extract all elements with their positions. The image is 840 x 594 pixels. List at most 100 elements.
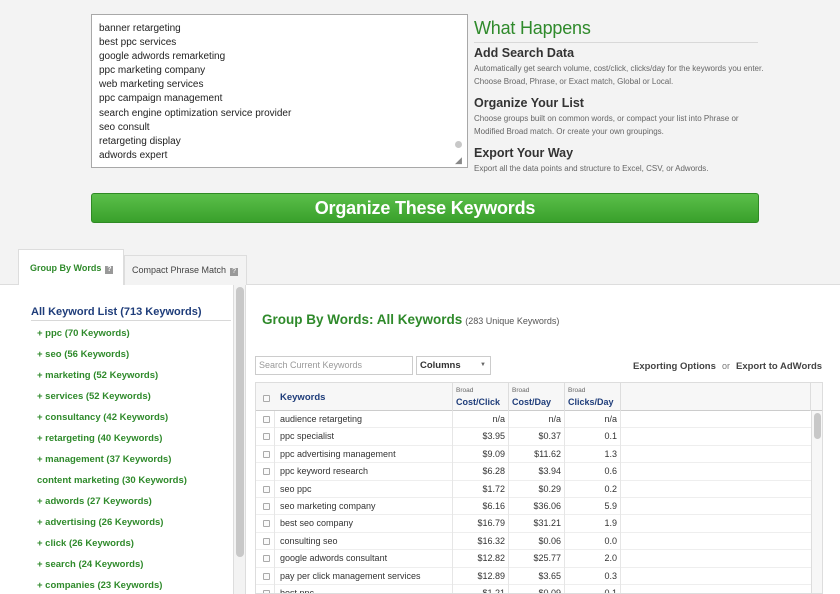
table-row[interactable]: pay per click management services $12.89 $… [256, 568, 811, 585]
metric-cell: $6.16 [482, 501, 505, 511]
table-row[interactable]: consulting seo $16.32 $0.06 0.0 [256, 533, 811, 551]
metric-cell: $3.95 [482, 431, 505, 442]
sidebar-group-item[interactable]: + consultancy (42 Keywords) [37, 412, 168, 423]
title-divider [474, 42, 758, 43]
sidebar-group-item[interactable]: + search (24 Keywords) [37, 559, 143, 570]
row-checkbox[interactable] [263, 433, 270, 441]
table-row[interactable]: ppc specialist $3.95 $0.37 0.1 [256, 428, 811, 446]
keyword-line: search engine optimization service provi… [99, 107, 292, 119]
metric-cell: 0.0 [604, 535, 617, 546]
group-title-text: Group By Words: All Keywords [262, 312, 463, 327]
table-row[interactable]: ppc advertising management $9.09 $11.62 1.3 [256, 446, 811, 464]
keyword-line: retargeting display [99, 135, 181, 147]
tab-group-by-words[interactable]: Group By Words? [18, 249, 124, 285]
scroll-dot[interactable] [455, 141, 462, 148]
table-row[interactable]: google adwords consultant $12.82 $25.77 2.0 [256, 550, 811, 568]
row-checkbox[interactable] [263, 416, 270, 423]
sidebar-group-item[interactable]: + services (52 Keywords) [37, 391, 151, 402]
tab-label: Compact Phrase Match [132, 265, 227, 275]
metric-cell: $1.21 [482, 588, 505, 594]
sidebar-divider [31, 320, 231, 321]
metric-cell: n/a [492, 414, 505, 424]
row-checkbox[interactable] [263, 450, 270, 458]
row-checkbox[interactable] [263, 590, 270, 593]
tab-compact-phrase-match[interactable]: Compact Phrase Match? [124, 255, 247, 285]
metric-cell: $12.82 [477, 553, 505, 564]
keyword-line: ppc marketing company [99, 65, 206, 77]
keywords-column-header[interactable]: Keywords [280, 392, 325, 403]
sidebar-group-item[interactable]: + advertising (26 Keywords) [37, 517, 163, 528]
match-type-label: Broad [456, 387, 474, 394]
table-header: Keywords Broad Cost/Click Broad Cost/Day… [256, 383, 822, 411]
help-icon[interactable]: ? [105, 266, 114, 274]
sidebar-group-item[interactable]: + management (37 Keywords) [37, 454, 171, 465]
metric-cell: $0.29 [538, 483, 561, 494]
keyword-line: seo consult [99, 121, 150, 133]
textarea-scrollbar[interactable] [455, 17, 463, 165]
metric-cell: $16.32 [477, 535, 505, 546]
select-all-checkbox[interactable] [263, 395, 270, 402]
keyword-textarea[interactable]: banner retargeting best ppc services googl… [91, 14, 468, 168]
search-current-keywords-input[interactable]: Search Current Keywords [255, 356, 413, 375]
match-type-label: Broad [568, 387, 586, 394]
cost-day-column-header[interactable]: Broad Cost/Day [508, 383, 564, 411]
organize-list-body: Choose groups built on common words, or … [474, 114, 739, 136]
sidebar-group-item[interactable]: + click (26 Keywords) [37, 538, 134, 549]
sidebar-group-item[interactable]: + companies (23 Keywords) [37, 580, 162, 591]
help-icon[interactable]: ? [230, 268, 239, 276]
sidebar-scrollbar[interactable] [233, 285, 246, 594]
all-keyword-list-link[interactable]: All Keyword List (713 Keywords) [31, 306, 202, 318]
row-checkbox[interactable] [263, 520, 270, 528]
columns-label: Columns [420, 360, 461, 371]
column-divider [508, 411, 509, 593]
keyword-cell: ppc keyword research [280, 466, 369, 477]
table-row[interactable]: best seo company $16.79 $31.21 1.9 [256, 515, 811, 533]
table-row[interactable]: audience retargeting n/a n/a n/a [256, 411, 811, 429]
keyword-cell: pay per click management services [280, 570, 421, 581]
sidebar-group-item[interactable]: + ppc (70 Keywords) [37, 328, 130, 339]
metric-cell: 0.2 [604, 483, 617, 494]
row-checkbox[interactable] [263, 503, 270, 510]
keyword-cell: best ppc [280, 588, 315, 594]
resize-handle-icon[interactable]: ◢ [455, 155, 465, 165]
keyword-line: banner retargeting [99, 23, 181, 34]
row-checkbox[interactable] [263, 537, 270, 545]
row-checkbox[interactable] [263, 485, 270, 493]
keyword-lines: banner retargeting best ppc services googl… [99, 15, 292, 163]
organize-keywords-button[interactable]: Organize These Keywords [91, 193, 759, 223]
scrollbar-thumb[interactable] [814, 413, 821, 439]
table-row[interactable]: seo ppc $1.72 $0.29 0.2 [256, 481, 811, 498]
row-checkbox[interactable] [263, 468, 270, 476]
column-title: Cost/Day [512, 397, 552, 407]
metric-cell: $3.94 [538, 466, 561, 477]
columns-dropdown[interactable]: Columns ▼ [416, 356, 491, 375]
sidebar-group-item[interactable]: + adwords (27 Keywords) [37, 496, 152, 507]
export-to-adwords-link[interactable]: Export to AdWords [736, 361, 822, 372]
metric-cell: n/a [548, 414, 561, 424]
table-scrollbar[interactable] [811, 411, 822, 593]
metric-cell: $3.65 [538, 570, 561, 581]
column-title: Clicks/Day [568, 397, 614, 407]
row-checkbox[interactable] [263, 555, 270, 563]
table-row[interactable]: best ppc $1.21 $0.09 0.1 [256, 585, 811, 594]
sidebar-group-item[interactable]: + seo (56 Keywords) [37, 349, 129, 360]
clicks-day-column-header[interactable]: Broad Clicks/Day [564, 383, 620, 411]
sidebar-group-item[interactable]: + marketing (52 Keywords) [37, 370, 158, 381]
table-row[interactable]: ppc keyword research $6.28 $3.94 0.6 [256, 463, 811, 481]
keyword-line: adwords expert [99, 149, 168, 161]
keyword-cell: ppc specialist [280, 431, 335, 442]
organize-list-heading: Organize Your List [474, 96, 584, 110]
metric-cell: n/a [604, 414, 617, 424]
sidebar-group-item[interactable]: + retargeting (40 Keywords) [37, 433, 162, 444]
tab-label: Group By Words [30, 263, 102, 273]
keyword-line: web marketing services [99, 79, 204, 91]
exporting-options-link[interactable]: Exporting Options [633, 361, 716, 372]
sidebar-group-item[interactable]: content marketing (30 Keywords) [37, 475, 187, 486]
row-checkbox[interactable] [263, 572, 270, 580]
export-way-heading: Export Your Way [474, 146, 574, 160]
table-row[interactable]: seo marketing company $6.16 $36.06 5.9 [256, 498, 811, 516]
keyword-cell: audience retargeting [280, 414, 363, 424]
cost-click-column-header[interactable]: Broad Cost/Click [452, 383, 508, 411]
scrollbar-thumb[interactable] [236, 287, 244, 557]
add-search-data-heading: Add Search Data [474, 46, 575, 60]
